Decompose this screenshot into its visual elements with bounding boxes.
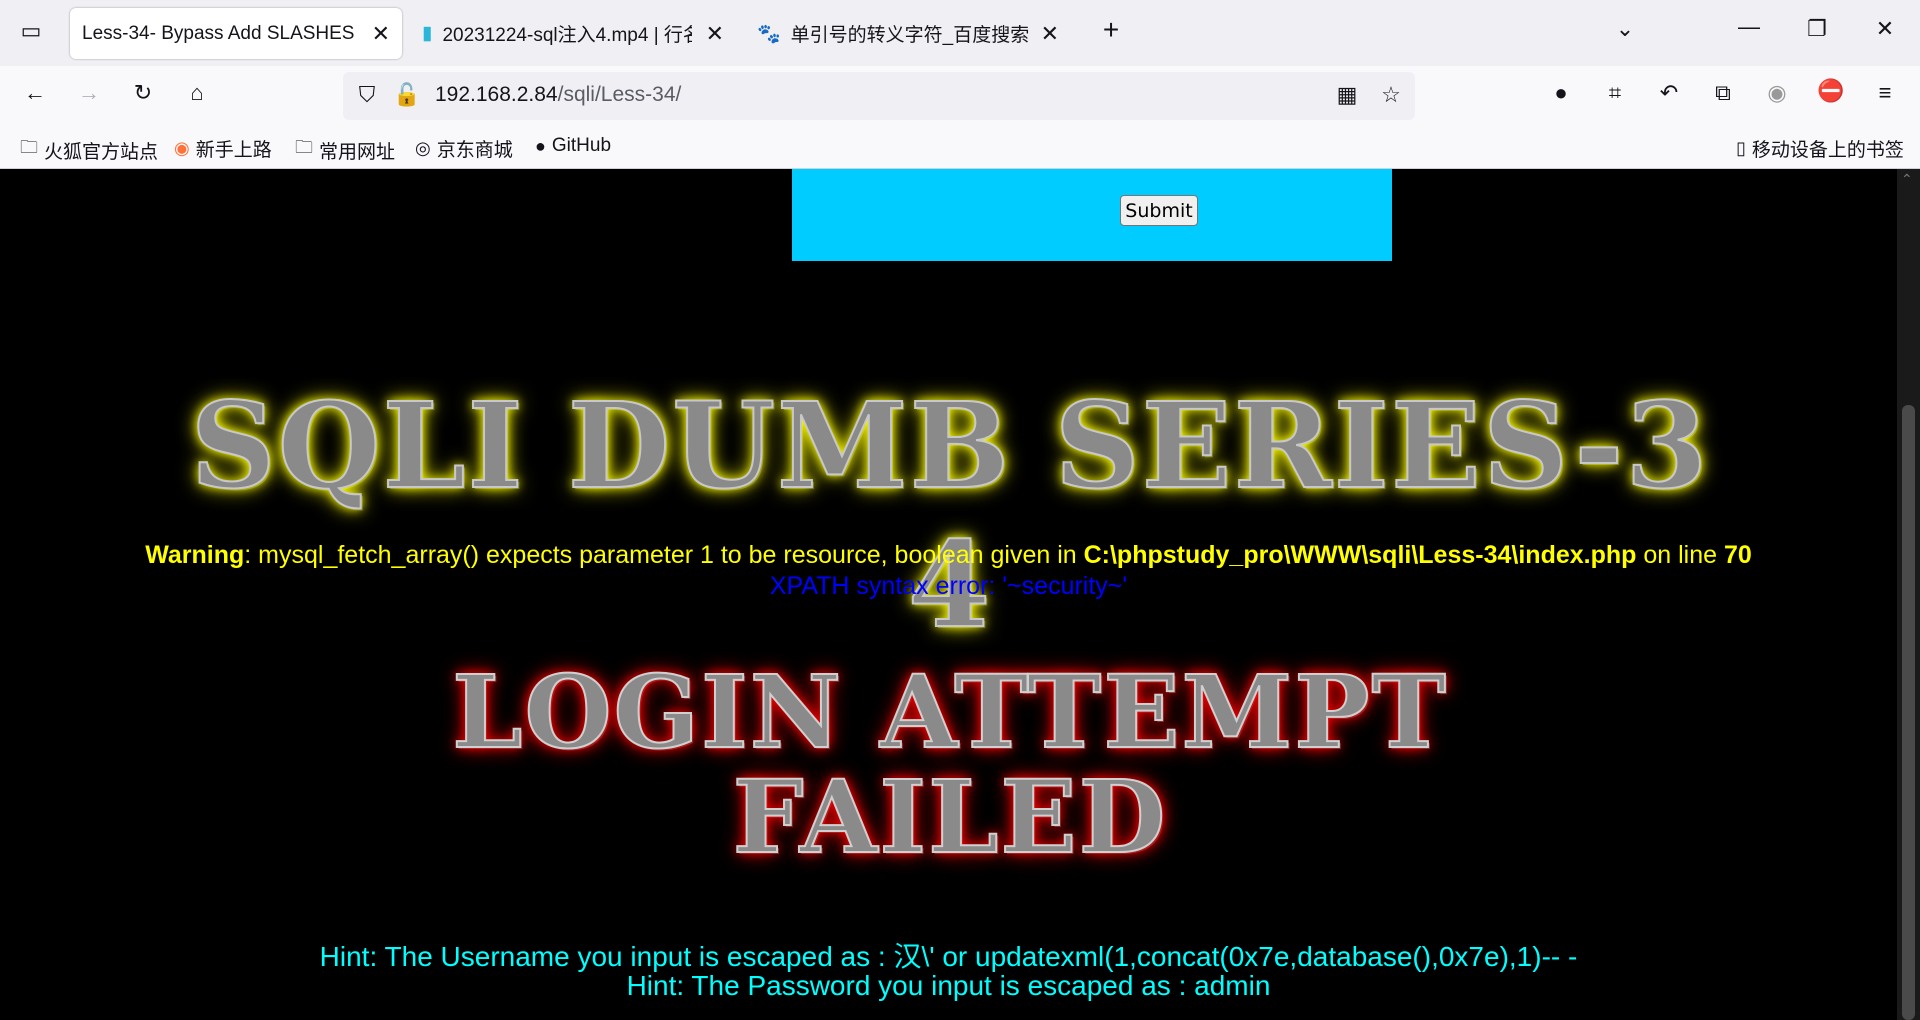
- tab-less-34[interactable]: Less-34- Bypass Add SLASHES ✕: [70, 8, 402, 59]
- circle-extension-icon[interactable]: ◉: [1762, 80, 1792, 106]
- url-text[interactable]: 192.168.2.84/sqli/Less-34/: [435, 83, 681, 107]
- scrollbar-thumb[interactable]: [1902, 405, 1915, 1020]
- close-tab-icon[interactable]: ✕: [372, 21, 390, 47]
- username-hint: Hint: The Username you input is escaped …: [319, 941, 1578, 972]
- bookmark-item[interactable]: ◉ 新手上路: [174, 135, 272, 162]
- tab-strip: ▭ Less-34- Bypass Add SLASHES ✕ ▮ 202312…: [0, 0, 1920, 66]
- close-tab-icon[interactable]: ✕: [706, 21, 724, 47]
- scroll-up-icon[interactable]: ⌃: [1901, 171, 1913, 188]
- tab-overview-icon[interactable]: ▭: [18, 18, 44, 44]
- password-hint: Hint: The Password you input is escaped …: [626, 970, 1271, 1001]
- mobile-bookmarks[interactable]: ▯ 移动设备上的书签: [1736, 135, 1904, 162]
- account-avatar-icon[interactable]: ●: [1546, 80, 1576, 106]
- new-tab-icon[interactable]: +: [1096, 14, 1126, 46]
- page-scrollbar[interactable]: ⌃: [1897, 169, 1920, 1020]
- bookmarks-toolbar: 🗀 火狐官方站点 ◉ 新手上路 🗀 常用网址 ◎ 京东商城 ● GitHub ▯ 移动设备上…: [0, 126, 1920, 169]
- tab-title: 20231224-sql注入4.mp4 | 行名: [442, 25, 693, 46]
- shield-icon[interactable]: ⛉: [355, 82, 379, 108]
- github-icon: ●: [535, 135, 546, 156]
- navigation-bar: ← → ↻ ⌂ ⛉ 🔓 192.168.2.84/sqli/Less-34/ ▦…: [0, 66, 1920, 126]
- tab-baidu[interactable]: 🐾 单引号的转义字符_百度搜索 ✕: [745, 8, 1063, 59]
- close-window-icon[interactable]: ✕: [1870, 16, 1900, 42]
- bookmark-item[interactable]: ◎ 京东商城: [415, 135, 513, 162]
- firefox-icon: ◉: [174, 138, 190, 158]
- xpath-error: XPATH syntax error: '~security~': [769, 572, 1128, 600]
- blocker-extension-icon[interactable]: ⛔: [1816, 78, 1846, 104]
- login-form: Submit: [792, 169, 1392, 261]
- video-file-icon: ▮: [422, 23, 433, 44]
- minimize-icon[interactable]: —: [1734, 14, 1764, 40]
- page-content: Submit SQLI DUMB SERIES-3 4 Warning: mys…: [0, 169, 1897, 1020]
- reload-icon[interactable]: ↻: [128, 80, 158, 106]
- bookmark-item[interactable]: 🗀 火狐官方站点: [20, 135, 158, 165]
- address-bar[interactable]: ⛉ 🔓 192.168.2.84/sqli/Less-34/ ▦ ☆: [343, 72, 1415, 120]
- globe-icon: ◎: [415, 138, 431, 158]
- back-icon[interactable]: ←: [20, 80, 50, 106]
- close-tab-icon[interactable]: ✕: [1041, 21, 1059, 47]
- tab-title: Less-34- Bypass Add SLASHES: [82, 22, 355, 44]
- series-banner: SQLI DUMB SERIES-3 4: [190, 375, 1710, 655]
- crop-screenshot-icon[interactable]: ⌗: [1600, 80, 1630, 106]
- forward-icon[interactable]: →: [74, 80, 104, 106]
- folder-icon: 🗀: [20, 137, 38, 157]
- submit-button[interactable]: Submit: [1120, 195, 1198, 226]
- bookmark-item[interactable]: 🗀 常用网址: [295, 135, 395, 165]
- restore-icon[interactable]: ❐: [1802, 16, 1832, 42]
- mobile-device-icon: ▯: [1736, 138, 1746, 158]
- insecure-lock-icon[interactable]: 🔓: [393, 82, 420, 108]
- undo-icon[interactable]: ↶: [1654, 80, 1684, 106]
- menu-icon[interactable]: ≡: [1870, 80, 1900, 106]
- folder-icon: 🗀: [295, 137, 313, 157]
- tab-title: 单引号的转义字符_百度搜索: [790, 25, 1030, 46]
- extensions-icon[interactable]: ⧉: [1708, 80, 1738, 106]
- bookmark-item[interactable]: ● GitHub: [535, 135, 611, 157]
- baidu-icon: 🐾: [757, 23, 781, 45]
- tab-video[interactable]: ▮ 20231224-sql注入4.mp4 | 行名 ✕: [410, 8, 728, 59]
- qr-code-icon[interactable]: ▦: [1335, 82, 1359, 108]
- login-failed-banner: LOGIN ATTEMPT FAILED: [451, 653, 1448, 876]
- bookmark-star-icon[interactable]: ☆: [1379, 82, 1403, 108]
- home-icon[interactable]: ⌂: [182, 80, 212, 106]
- list-all-tabs-icon[interactable]: ⌄: [1610, 16, 1640, 42]
- php-warning: Warning: mysql_fetch_array() expects par…: [145, 541, 1752, 569]
